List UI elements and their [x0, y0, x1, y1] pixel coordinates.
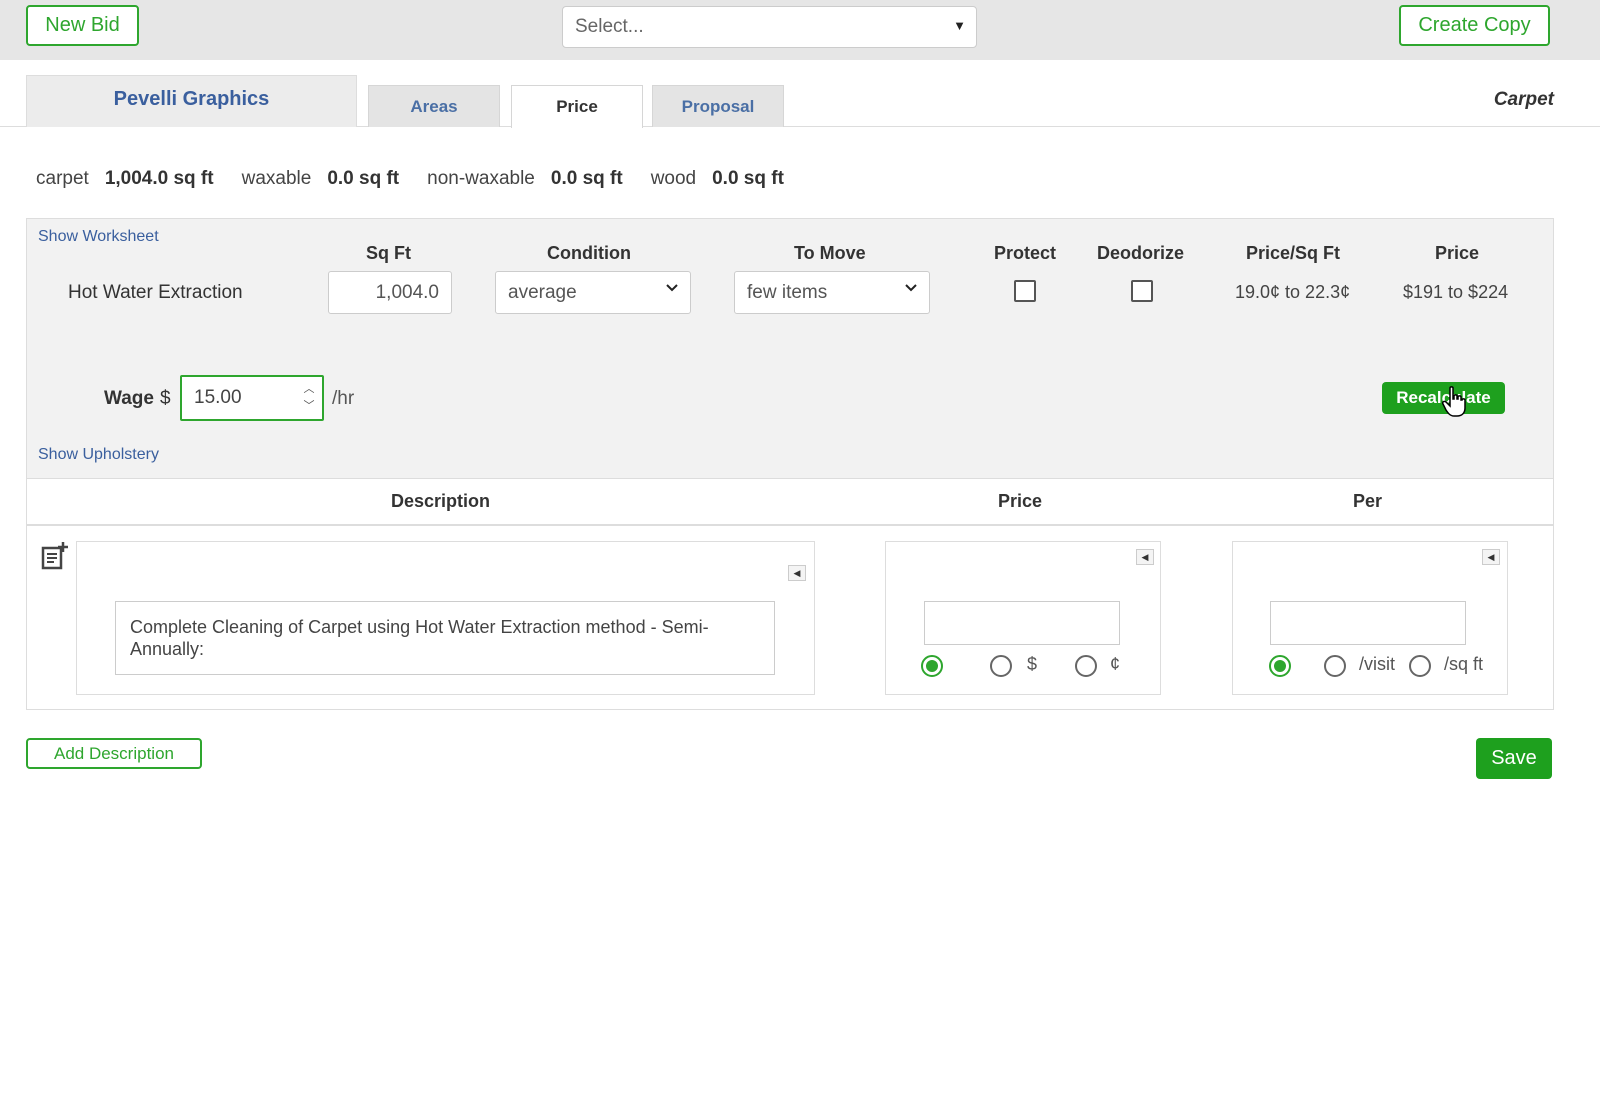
summary-waxable-value: 0.0 sq ft	[327, 168, 400, 189]
per-input[interactable]	[1270, 601, 1466, 645]
price-unit-radio-cent[interactable]	[1075, 655, 1097, 677]
area-summary: carpet 1,004.0 sq ft waxable 0.0 sq ft n…	[36, 168, 812, 190]
recalculate-button[interactable]: Recalculate	[1382, 382, 1505, 414]
per-unit-radio-sqft[interactable]	[1409, 655, 1431, 677]
bid-select[interactable]: Select... ▼	[562, 6, 977, 48]
th-description: Description	[391, 491, 491, 511]
price-range-value: $191 to $224	[1403, 282, 1509, 302]
save-button[interactable]: Save	[1476, 738, 1552, 779]
condition-select[interactable]: average	[495, 271, 691, 314]
tab-areas[interactable]: Areas	[368, 85, 500, 127]
per-unit-visit-label: /visit	[1359, 654, 1395, 674]
price-unit-cent-label: ¢	[1110, 654, 1121, 674]
caret-down-icon: ▼	[953, 18, 966, 33]
th-price: Price	[998, 491, 1043, 511]
wage-value: 15.00	[194, 387, 242, 408]
col-sqft: Sq Ft	[366, 243, 411, 263]
spinner-up-icon[interactable]: ︿	[302, 381, 316, 398]
col-protect: Protect	[994, 243, 1057, 263]
show-worksheet-link[interactable]: Show Worksheet	[38, 228, 159, 246]
summary-wood-label: wood	[650, 168, 697, 189]
new-bid-button[interactable]: New Bid	[26, 5, 139, 46]
section-label: Carpet	[1493, 89, 1554, 110]
price-input[interactable]	[924, 601, 1120, 645]
col-price-per-sqft: Price/Sq Ft	[1246, 243, 1341, 263]
tab-proposal[interactable]: Proposal	[652, 85, 784, 127]
sqft-input[interactable]: 1,004.0	[328, 271, 452, 314]
per-unit-radio-visit[interactable]	[1324, 655, 1346, 677]
th-per: Per	[1353, 491, 1383, 511]
description-textarea[interactable]: Complete Cleaning of Carpet using Hot Wa…	[115, 601, 775, 675]
deodorize-checkbox[interactable]	[1131, 280, 1153, 302]
description-text: Complete Cleaning of Carpet using Hot Wa…	[130, 617, 709, 659]
collapse-left-icon[interactable]: ◀	[1482, 549, 1500, 565]
sqft-value: 1,004.0	[375, 281, 439, 303]
col-to-move: To Move	[794, 243, 866, 263]
chevron-down-icon	[666, 284, 678, 292]
wage-unit: /hr	[332, 388, 355, 409]
add-description-button[interactable]: Add Description	[26, 738, 202, 769]
summary-carpet-label: carpet	[36, 168, 89, 189]
wage-label: Wage	[104, 388, 154, 409]
collapse-left-icon[interactable]: ◀	[1136, 549, 1154, 565]
to-move-select[interactable]: few items	[734, 271, 930, 314]
summary-carpet-value: 1,004.0 sq ft	[104, 168, 214, 189]
price-per-sqft-value: 19.0¢ to 22.3¢	[1235, 282, 1351, 302]
price-unit-radio-dollar[interactable]	[990, 655, 1012, 677]
wage-currency: $	[159, 388, 171, 409]
service-label: Hot Water Extraction	[68, 282, 243, 303]
wage-label-group: Wage $	[104, 388, 171, 410]
tab-price[interactable]: Price	[511, 85, 643, 128]
summary-nonwaxable-value: 0.0 sq ft	[550, 168, 623, 189]
add-note-icon[interactable]	[41, 541, 69, 571]
wage-input[interactable]: 15.00 ︿ ﹀	[180, 375, 324, 421]
summary-nonwaxable-label: non-waxable	[427, 168, 535, 189]
chevron-down-icon	[905, 284, 917, 292]
bid-select-value: Select...	[575, 16, 644, 37]
summary-waxable-label: waxable	[241, 168, 312, 189]
collapse-left-icon[interactable]: ◀	[788, 565, 806, 581]
col-condition: Condition	[547, 243, 631, 263]
per-unit-radio-none[interactable]	[1269, 655, 1291, 677]
create-copy-button[interactable]: Create Copy	[1399, 5, 1550, 46]
table-header-divider	[27, 524, 1553, 526]
price-unit-dollar-label: $	[1027, 654, 1038, 674]
condition-value: average	[508, 281, 577, 303]
protect-checkbox[interactable]	[1014, 280, 1036, 302]
show-upholstery-link[interactable]: Show Upholstery	[38, 446, 159, 464]
spinner-down-icon[interactable]: ﹀	[302, 398, 316, 415]
tab-company[interactable]: Pevelli Graphics	[26, 75, 357, 127]
col-price: Price	[1435, 243, 1480, 263]
wage-spinner[interactable]: ︿ ﹀	[302, 381, 316, 415]
col-deodorize: Deodorize	[1097, 243, 1185, 263]
to-move-value: few items	[747, 281, 828, 303]
price-unit-radio-none[interactable]	[921, 655, 943, 677]
per-unit-sqft-label: /sq ft	[1444, 654, 1484, 674]
summary-wood-value: 0.0 sq ft	[712, 168, 784, 189]
